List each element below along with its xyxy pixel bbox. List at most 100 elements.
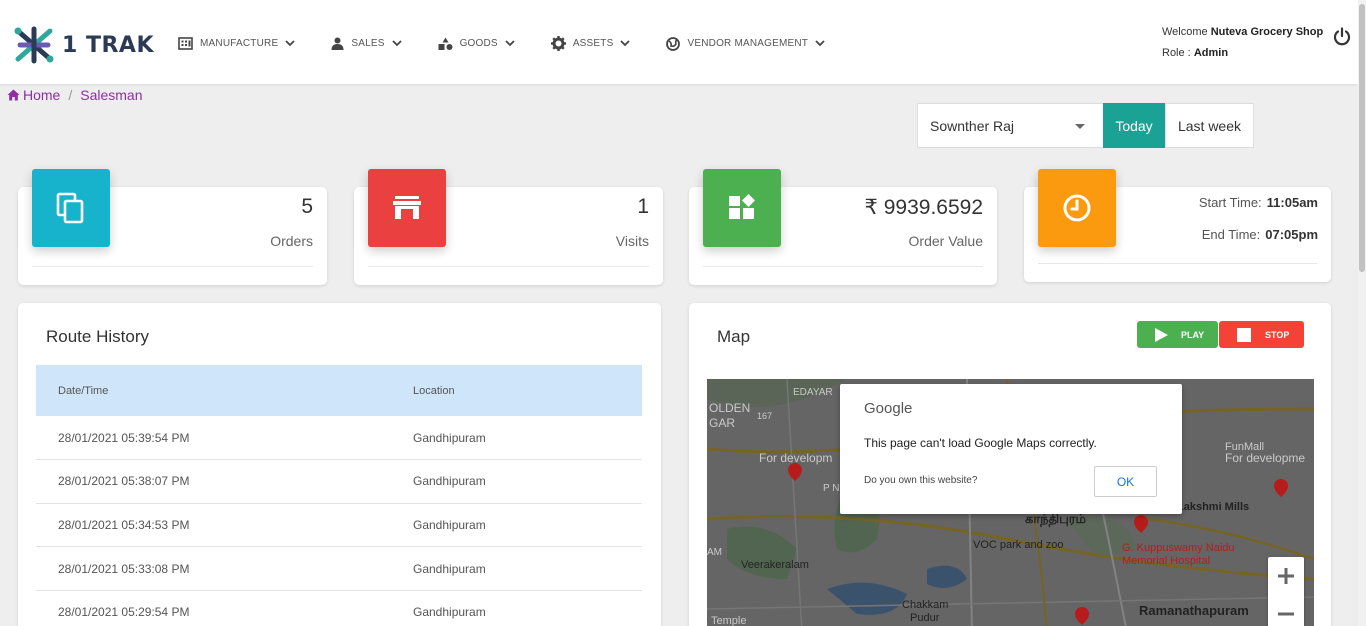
map-label: Pudur xyxy=(910,612,940,624)
chevron-down-icon xyxy=(620,40,631,47)
zoom-out-button[interactable] xyxy=(1268,595,1304,626)
end-time-row: End Time: 07:05pm xyxy=(1202,227,1318,242)
table-row[interactable]: 28/01/2021 05:38:07 PM Gandhipuram xyxy=(36,459,642,504)
breadcrumb-home[interactable]: Home xyxy=(7,87,60,103)
play-button[interactable]: PLAY xyxy=(1137,321,1218,348)
home-icon xyxy=(7,89,20,101)
map-label: Temple xyxy=(711,615,747,626)
map-pin-icon xyxy=(1134,515,1148,533)
chevron-down-icon xyxy=(391,40,402,47)
visits-card-icon xyxy=(368,169,446,247)
stop-label: STOP xyxy=(1265,329,1290,340)
map-label: P N xyxy=(823,483,840,494)
end-time-label: End Time: xyxy=(1201,227,1261,242)
salesman-select[interactable]: Sownther Raj xyxy=(917,103,1104,148)
globe-icon xyxy=(666,36,681,51)
map-zoom-control xyxy=(1268,557,1304,626)
nav-assets[interactable]: ASSETS xyxy=(550,36,631,51)
store-icon xyxy=(393,196,421,219)
visits-card: 1 Visits xyxy=(354,169,663,285)
caret-down-icon xyxy=(1075,124,1085,129)
salesman-select-value: Sownther Raj xyxy=(930,117,1015,134)
map-pin-icon xyxy=(1274,479,1288,497)
chevron-down-icon xyxy=(285,40,295,47)
nav-label: MANUFACTURE xyxy=(200,38,279,49)
orders-card-icon xyxy=(32,169,110,247)
order-value-amount: ₹ 9939.6592 xyxy=(864,196,983,219)
table-header-row: Date/Time Location xyxy=(36,365,642,416)
route-history-title: Route History xyxy=(46,327,149,346)
scrollbar-thumb[interactable] xyxy=(1359,4,1365,272)
dialog-ok-button[interactable]: OK xyxy=(1094,466,1157,497)
map-pin-icon xyxy=(788,463,802,481)
row-location: Gandhipuram xyxy=(391,546,642,591)
orders-label: Orders xyxy=(270,233,313,249)
column-header-datetime: Date/Time xyxy=(58,384,109,397)
table-row[interactable]: 28/01/2021 05:34:53 PM Gandhipuram xyxy=(36,503,642,548)
order-value-label: Order Value xyxy=(908,233,983,249)
stop-icon xyxy=(1237,327,1251,342)
plus-icon xyxy=(1278,568,1294,584)
role-value: Admin xyxy=(1193,47,1229,59)
nav-vendor-management[interactable]: VENDOR MANAGEMENT xyxy=(666,36,825,51)
google-map[interactable]: OLDEN GAR EDAYAR For developm For develo… xyxy=(707,379,1314,626)
breadcrumb-home-label: Home xyxy=(23,87,61,103)
power-icon xyxy=(1333,27,1351,46)
table-row[interactable]: 28/01/2021 05:39:54 PM Gandhipuram xyxy=(36,416,642,461)
time-card-icon xyxy=(1038,169,1116,247)
table-row[interactable]: 28/01/2021 05:33:08 PM Gandhipuram xyxy=(36,546,642,591)
map-label: Lakshmi Mills xyxy=(1177,501,1250,513)
main-nav: MANUFACTURE SALES GOODS ASSETS VENDOR MA… xyxy=(178,36,861,51)
map-label: AM xyxy=(707,547,722,558)
map-label: FunMall xyxy=(1225,441,1265,453)
nav-goods[interactable]: GOODS xyxy=(438,37,515,50)
card-divider xyxy=(703,266,983,267)
role-prefix: Role : xyxy=(1162,47,1191,59)
google-logo: Google xyxy=(864,400,913,417)
table-row[interactable]: 28/01/2021 05:29:54 PM Gandhipuram xyxy=(36,590,642,626)
user-info: Welcome Nuteva Grocery Shop Role : Admin xyxy=(1162,22,1323,64)
zoom-in-button[interactable] xyxy=(1268,557,1304,595)
start-time-label: Start Time: xyxy=(1198,195,1262,210)
page-scrollbar[interactable] xyxy=(1358,0,1366,626)
nav-label: GOODS xyxy=(459,38,498,49)
map-label: GAR xyxy=(709,416,736,430)
gear-icon xyxy=(550,36,566,51)
trak-logo-icon xyxy=(14,26,54,64)
stop-button[interactable]: STOP xyxy=(1219,321,1304,348)
maps-error-message: This page can't load Google Maps correct… xyxy=(864,436,1097,450)
row-datetime: 28/01/2021 05:34:53 PM xyxy=(36,503,391,548)
visits-count: 1 xyxy=(637,195,649,218)
order-value-card: ₹ 9939.6592 Order Value xyxy=(689,169,997,285)
row-location: Gandhipuram xyxy=(391,503,642,548)
row-datetime: 28/01/2021 05:39:54 PM xyxy=(36,416,391,461)
shop-name: Nuteva Grocery Shop xyxy=(1210,26,1324,38)
play-icon xyxy=(1155,327,1168,342)
row-location: Gandhipuram xyxy=(391,416,642,461)
time-card: Start Time: 11:05am End Time: 07:05pm xyxy=(1024,169,1331,282)
card-divider xyxy=(32,266,313,267)
own-website-text: Do you own this website? xyxy=(864,475,978,486)
column-header-location: Location xyxy=(413,384,455,397)
breadcrumb-current[interactable]: Salesman xyxy=(80,87,142,103)
map-label: 167 xyxy=(757,411,773,421)
route-history-table: Date/Time Location 28/01/2021 05:39:54 P… xyxy=(36,365,642,626)
chevron-down-icon xyxy=(815,40,825,47)
today-button[interactable]: Today xyxy=(1103,103,1165,148)
map-pin-icon xyxy=(1075,607,1089,625)
logout-button[interactable] xyxy=(1332,27,1352,52)
nav-sales[interactable]: SALES xyxy=(331,37,402,50)
map-label: OLDEN xyxy=(709,401,751,415)
order-value-card-icon xyxy=(703,169,781,247)
top-navbar: 1 TRAK MANUFACTURE SALES GOODS ASSETS VE… xyxy=(0,0,1358,84)
map-label: Memorial Hospital xyxy=(1122,555,1211,567)
play-label: PLAY xyxy=(1181,329,1205,340)
card-divider xyxy=(1038,263,1317,264)
map-label: Ramanathapuram xyxy=(1139,603,1249,618)
last-week-button[interactable]: Last week xyxy=(1165,103,1254,148)
row-datetime: 28/01/2021 05:38:07 PM xyxy=(36,459,391,504)
brand-logo[interactable]: 1 TRAK xyxy=(12,22,154,68)
row-datetime: 28/01/2021 05:29:54 PM xyxy=(36,590,391,626)
nav-manufacture[interactable]: MANUFACTURE xyxy=(178,37,295,50)
building-icon xyxy=(178,37,193,50)
